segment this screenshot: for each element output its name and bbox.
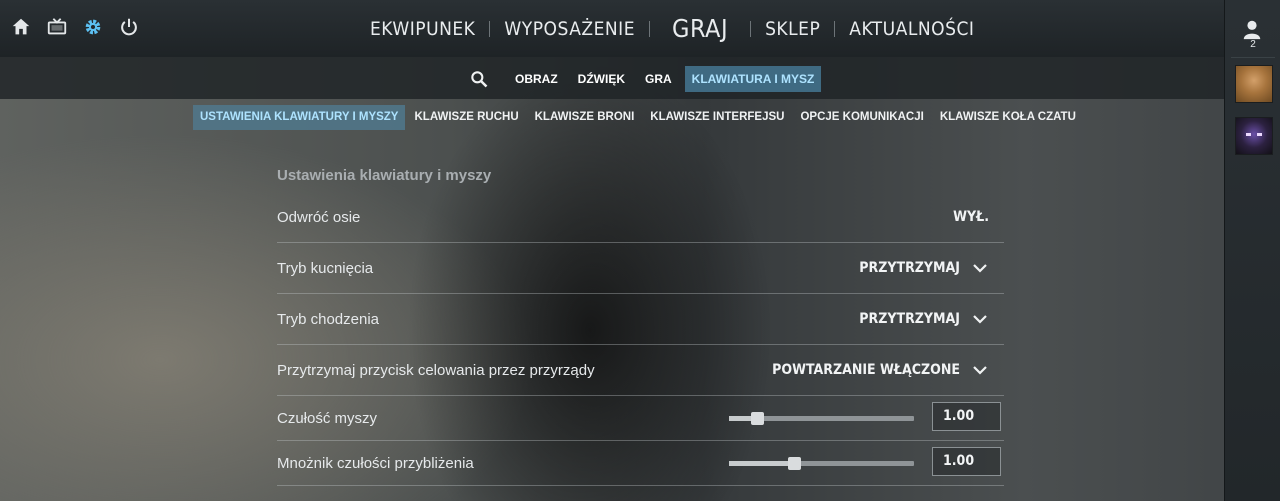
tv-icon[interactable]	[46, 16, 68, 38]
sensitivity-slider[interactable]	[729, 412, 914, 425]
sensitivity-value-input[interactable]: 1.00	[932, 402, 1001, 431]
setting-toggle-value[interactable]: WYŁ.	[953, 192, 989, 242]
slider-handle[interactable]	[787, 457, 801, 470]
category-klawisze-kola-czatu[interactable]: KLAWISZE KOŁA CZATU	[933, 105, 1083, 130]
friends-sidebar: 2	[1224, 0, 1280, 501]
nav-aktualnosci[interactable]: AKTUALNOŚCI	[839, 18, 984, 40]
nav-divider	[834, 20, 836, 37]
slider-fill	[729, 461, 794, 466]
top-navigation-bar: EKWIPUNEK WYPOSAŻENIE GRAJ SKLEP AKTUALN…	[0, 0, 1224, 57]
keyboard-category-tabs: USTAWIENIA KLAWIATURY I MYSZY KLAWISZE R…	[193, 105, 1083, 130]
gear-icon[interactable]	[82, 16, 104, 38]
setting-label: Czułość myszy	[277, 409, 378, 427]
tab-dzwiek[interactable]: DŹWIĘK	[571, 66, 632, 92]
nav-divider	[489, 20, 491, 37]
setting-label: Tryb kucnięcia	[277, 259, 374, 277]
setting-row-hold-aim: Przytrzymaj przycisk celowania przez prz…	[277, 345, 1004, 396]
home-icon[interactable]	[10, 16, 32, 38]
sidebar-divider	[1231, 57, 1275, 58]
avatar-eye	[1257, 133, 1262, 136]
setting-label: Tryb chodzenia	[277, 310, 379, 328]
setting-row-invert-axes: Odwróć osie WYŁ.	[277, 192, 1004, 243]
nav-divider	[750, 20, 752, 37]
search-icon[interactable]	[468, 68, 490, 90]
friend-avatar[interactable]	[1235, 65, 1273, 103]
setting-dropdown-value[interactable]: PRZYTRZYMAJ	[859, 294, 960, 344]
person-icon[interactable]	[1241, 18, 1263, 40]
chevron-down-icon[interactable]	[972, 260, 988, 276]
setting-dropdown-value[interactable]: PRZYTRZYMAJ	[859, 243, 960, 293]
category-ustawienia-klawiatury-i-myszy[interactable]: USTAWIENIA KLAWIATURY I MYSZY	[193, 105, 406, 130]
power-icon[interactable]	[118, 16, 140, 38]
nav-graj[interactable]: GRAJ	[654, 14, 746, 43]
tab-gra[interactable]: GRA	[638, 66, 679, 92]
main-navigation: EKWIPUNEK WYPOSAŻENIE GRAJ SKLEP AKTUALN…	[360, 0, 984, 57]
settings-tabs: OBRAZ DŹWIĘK GRA KLAWIATURA I MYSZ	[468, 66, 822, 92]
tab-obraz[interactable]: OBRAZ	[508, 66, 565, 92]
avatar-eye	[1246, 133, 1251, 136]
nav-sklep[interactable]: SKLEP	[755, 18, 830, 40]
setting-dropdown-value[interactable]: POWTARZANIE WŁĄCZONE	[772, 345, 960, 395]
category-klawisze-interfejsu[interactable]: KLAWISZE INTERFEJSU	[643, 105, 791, 130]
setting-label: Odwróć osie	[277, 208, 361, 226]
settings-tab-bar: OBRAZ DŹWIĘK GRA KLAWIATURA I MYSZ	[0, 57, 1224, 99]
nav-divider	[649, 20, 651, 37]
zoom-sensitivity-value-input[interactable]: 1.00	[932, 447, 1001, 476]
nav-wyposazenie[interactable]: WYPOSAŻENIE	[494, 18, 645, 40]
chevron-down-icon[interactable]	[972, 311, 988, 327]
category-klawisze-ruchu[interactable]: KLAWISZE RUCHU	[407, 105, 525, 130]
setting-label: Mnożnik czułości przybliżenia	[277, 454, 474, 472]
setting-row-walk-mode: Tryb chodzenia PRZYTRZYMAJ	[277, 294, 1004, 345]
friend-avatar[interactable]	[1235, 117, 1273, 155]
chevron-down-icon[interactable]	[972, 362, 988, 378]
tab-klawiatura-i-mysz[interactable]: KLAWIATURA I MYSZ	[684, 66, 822, 92]
setting-row-mouse-sensitivity: Czułość myszy 1.00	[277, 396, 1004, 441]
setting-label: Przytrzymaj przycisk celowania przez prz…	[277, 361, 595, 379]
section-title: Ustawienia klawiatury i myszy	[277, 167, 492, 184]
zoom-sensitivity-slider[interactable]	[729, 457, 914, 470]
setting-row-zoom-sensitivity: Mnożnik czułości przybliżenia 1.00	[277, 441, 1004, 486]
friends-count: 2	[1250, 39, 1256, 50]
slider-handle[interactable]	[750, 412, 764, 425]
category-opcje-komunikacji[interactable]: OPCJE KOMUNIKACJI	[793, 105, 930, 130]
setting-row-crouch-mode: Tryb kucnięcia PRZYTRZYMAJ	[277, 243, 1004, 294]
top-left-icons	[10, 16, 140, 38]
category-klawisze-broni[interactable]: KLAWISZE BRONI	[528, 105, 642, 130]
settings-panel: Ustawienia klawiatury i myszy Odwróć osi…	[277, 160, 1004, 486]
nav-ekwipunek[interactable]: EKWIPUNEK	[360, 18, 485, 40]
